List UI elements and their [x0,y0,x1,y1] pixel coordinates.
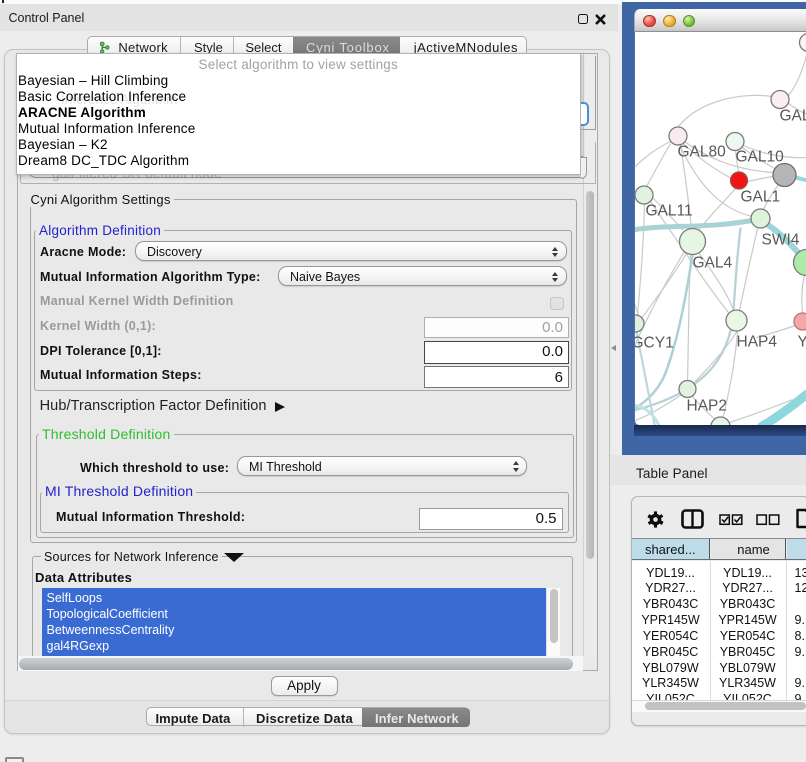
svg-text:GAL1: GAL1 [740,188,780,205]
svg-text:GAL7: GAL7 [779,107,806,124]
svg-text:GCY1: GCY1 [635,334,674,351]
svg-text:HAP4: HAP4 [736,333,777,350]
svg-text:GAL4: GAL4 [692,254,732,271]
svg-text:GAL80: GAL80 [677,143,726,160]
svg-text:GAL11: GAL11 [645,202,692,219]
svg-text:HAP2: HAP2 [686,397,727,414]
svg-text:GAL10: GAL10 [735,148,784,165]
svg-text:Y: Y [797,333,806,350]
svg-text:SWI4: SWI4 [761,231,799,248]
